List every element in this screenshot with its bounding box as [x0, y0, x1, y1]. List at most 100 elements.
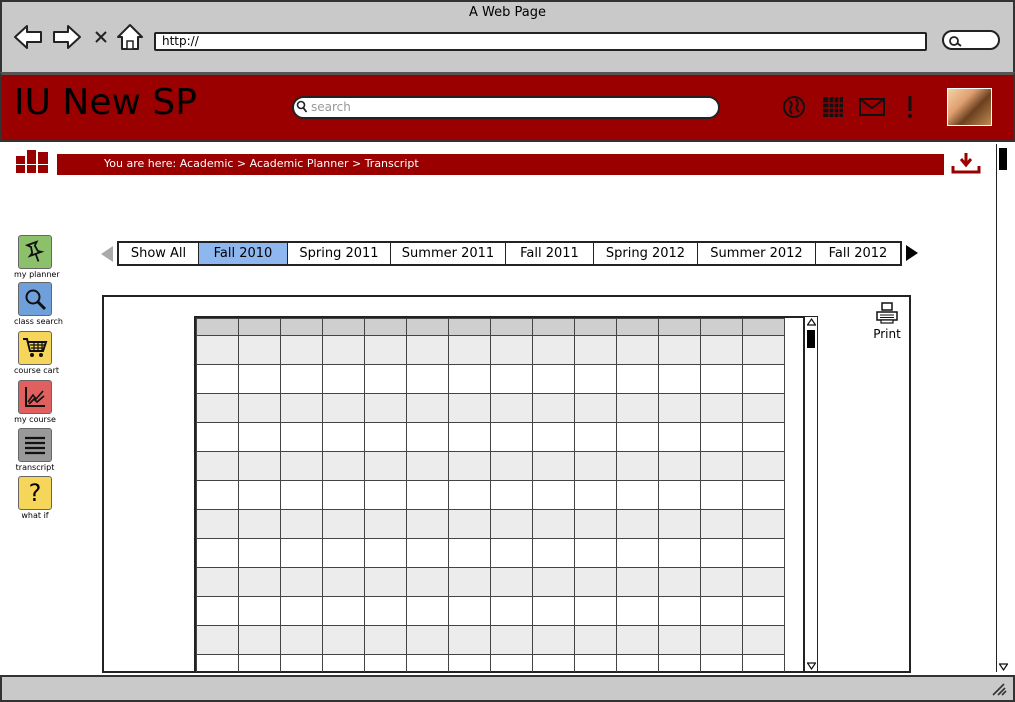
table-cell	[280, 509, 323, 539]
sidebar-item-class-search[interactable]: class search	[14, 282, 63, 326]
tab-fall-2011[interactable]: Fall 2011	[506, 243, 594, 264]
table-cell	[532, 538, 575, 568]
transcript-grid	[196, 318, 785, 672]
tabs-scroll-left-button[interactable]	[100, 246, 114, 266]
chart-icon	[18, 380, 52, 414]
alert-button[interactable]	[897, 94, 923, 120]
table-cell	[238, 654, 281, 672]
mail-button[interactable]	[859, 94, 885, 120]
sidebar-item-my-planner[interactable]: my planner	[14, 235, 60, 279]
list-icon	[18, 428, 52, 462]
table-row	[196, 393, 785, 423]
print-button[interactable]: Print	[870, 302, 904, 341]
scroll-up-icon	[807, 318, 816, 326]
scroll-down-icon	[999, 663, 1008, 671]
table-header-cell	[322, 318, 365, 336]
back-button[interactable]	[13, 22, 43, 52]
table-cell	[238, 393, 281, 423]
tab-spring-2011[interactable]: Spring 2011	[288, 243, 391, 264]
table-cell	[238, 509, 281, 539]
table-scroll-thumb[interactable]	[807, 330, 815, 348]
table-cell	[490, 596, 533, 626]
table-cell	[196, 335, 239, 365]
table-cell	[616, 509, 659, 539]
chevron-right-icon	[906, 245, 918, 261]
table-cell	[574, 480, 617, 510]
table-cell	[238, 364, 281, 394]
table-header-cell	[574, 318, 617, 336]
tab-fall-2010[interactable]: Fall 2010	[199, 243, 288, 264]
search-icon	[296, 100, 308, 113]
table-cell	[700, 509, 743, 539]
table-cell	[322, 538, 365, 568]
tabs-scroll-right-button[interactable]	[905, 245, 919, 265]
tab-show-all[interactable]: Show All	[119, 243, 199, 264]
sidebar-item-what-if[interactable]: ? what if	[14, 476, 56, 520]
table-cell	[574, 625, 617, 655]
table-cell	[322, 509, 365, 539]
table-cell	[490, 364, 533, 394]
resize-grip-icon[interactable]	[991, 682, 1007, 696]
table-cell	[742, 596, 785, 626]
alert-icon	[908, 96, 912, 118]
table-cell	[406, 422, 449, 452]
tab-fall-2012[interactable]: Fall 2012	[816, 243, 900, 264]
table-cell	[490, 509, 533, 539]
page-scroll-thumb[interactable]	[999, 148, 1007, 170]
table-cell	[658, 393, 701, 423]
stop-button[interactable]	[86, 22, 116, 52]
table-cell	[532, 567, 575, 597]
table-header-cell	[280, 318, 323, 336]
home-button[interactable]	[115, 22, 145, 52]
table-cell	[616, 364, 659, 394]
table-cell	[700, 393, 743, 423]
table-cell	[490, 625, 533, 655]
table-cell	[616, 654, 659, 672]
download-button[interactable]	[950, 151, 982, 179]
table-cell	[700, 364, 743, 394]
table-scrollbar[interactable]	[804, 316, 818, 672]
breadcrumb: You are here: Academic > Academic Planne…	[57, 154, 944, 175]
table-cell	[742, 509, 785, 539]
tab-summer-2012[interactable]: Summer 2012	[698, 243, 816, 264]
sidebar-item-course-cart[interactable]: course cart	[14, 331, 59, 375]
forward-button[interactable]	[52, 22, 82, 52]
table-cell	[364, 451, 407, 481]
avatar[interactable]	[947, 88, 992, 126]
table-cell	[322, 625, 365, 655]
table-cell	[574, 335, 617, 365]
sidebar-item-my-course[interactable]: my course	[14, 380, 56, 424]
table-cell	[196, 422, 239, 452]
page-scrollbar[interactable]	[996, 144, 1010, 672]
table-cell	[532, 480, 575, 510]
sidebar-item-transcript[interactable]: transcript	[14, 428, 56, 472]
table-cell	[364, 538, 407, 568]
globe-button[interactable]	[781, 94, 807, 120]
table-row	[196, 451, 785, 481]
table-cell	[658, 335, 701, 365]
tab-summer-2011[interactable]: Summer 2011	[391, 243, 506, 264]
table-cell	[700, 335, 743, 365]
table-cell	[448, 538, 491, 568]
table-cell	[700, 538, 743, 568]
table-cell	[196, 596, 239, 626]
calendar-button[interactable]	[820, 94, 846, 120]
table-cell	[658, 596, 701, 626]
address-bar[interactable]: http://	[154, 32, 927, 51]
table-cell	[196, 451, 239, 481]
apps-grid-button[interactable]	[16, 150, 50, 178]
table-cell	[616, 625, 659, 655]
table-cell	[406, 509, 449, 539]
browser-search-field[interactable]	[942, 30, 1000, 50]
table-cell	[532, 422, 575, 452]
table-header-cell	[700, 318, 743, 336]
table-row	[196, 625, 785, 655]
app-title[interactable]: IU New SP	[14, 82, 197, 123]
tab-spring-2012[interactable]: Spring 2012	[594, 243, 698, 264]
search-input[interactable]: search	[292, 96, 720, 119]
table-cell	[742, 625, 785, 655]
table-cell	[574, 654, 617, 672]
table-header-cell	[490, 318, 533, 336]
table-cell	[700, 567, 743, 597]
table-row	[196, 480, 785, 510]
